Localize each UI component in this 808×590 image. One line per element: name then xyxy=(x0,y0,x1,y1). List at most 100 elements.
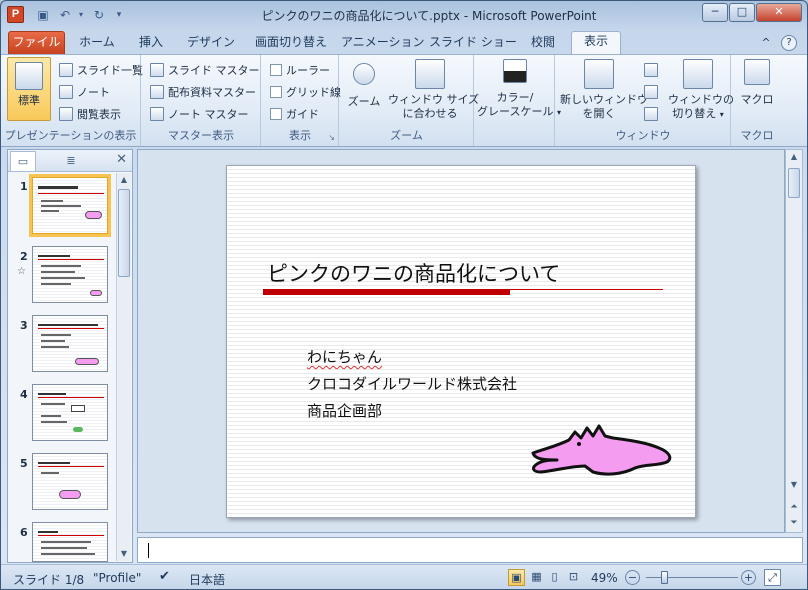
gridlines-checkbox-box[interactable] xyxy=(270,86,282,98)
normal-view-status-icon[interactable]: ▣ xyxy=(508,569,525,586)
pink-crocodile-image[interactable] xyxy=(527,418,679,480)
redo-icon[interactable]: ↻ xyxy=(91,7,107,23)
arrange-all-icon[interactable] xyxy=(644,63,658,77)
save-icon[interactable]: ▣ xyxy=(35,7,51,23)
maximize-button[interactable]: □ xyxy=(729,3,755,22)
group-label-presentation-views: プレゼンテーションの表示 xyxy=(4,129,137,142)
close-button[interactable]: ✕ xyxy=(756,3,802,22)
tab-home[interactable]: ホーム xyxy=(73,33,121,54)
slide-sorter-button[interactable]: スライド一覧 xyxy=(59,62,143,78)
switch-windows-button[interactable]: ウィンドウの 切り替え ▾ xyxy=(668,59,734,122)
scroll-down-icon[interactable]: ▼ xyxy=(787,478,801,492)
group-macros: マクロ マクロ xyxy=(732,55,782,146)
zoom-in-icon[interactable]: + xyxy=(741,570,756,585)
powerpoint-app-icon[interactable]: P xyxy=(7,6,24,23)
normal-view-button[interactable]: 標準 xyxy=(7,57,51,121)
tab-file[interactable]: ファイル xyxy=(8,31,65,54)
slide-scrollbar[interactable]: ▲ ▼ ⏶ ⏷ xyxy=(785,149,803,533)
reading-view-button[interactable]: 閲覧表示 xyxy=(59,106,121,122)
gridlines-checkbox[interactable]: グリッド線 xyxy=(270,84,341,100)
thumbnail-number: 5 xyxy=(20,457,28,470)
scroll-down-icon[interactable]: ▼ xyxy=(117,547,131,561)
zoom-slider-track[interactable] xyxy=(646,577,738,578)
slide-thumbnail-2[interactable] xyxy=(32,246,108,303)
subtitle-line-3[interactable]: 商品企画部 xyxy=(307,400,382,421)
group-show: ルーラー グリッド線 ガイド 表示 ↘ xyxy=(262,55,341,146)
subtitle-line-2[interactable]: クロコダイルワールド株式会社 xyxy=(307,373,517,394)
scroll-up-icon[interactable]: ▲ xyxy=(787,150,801,164)
move-split-icon[interactable] xyxy=(644,107,658,121)
subtitle-line-1[interactable]: わにちゃん xyxy=(307,346,382,367)
scrollbar-thumb[interactable] xyxy=(118,189,130,277)
dialog-launcher-icon[interactable]: ↘ xyxy=(328,133,335,142)
customize-qat-icon[interactable]: ▾ xyxy=(111,7,127,23)
tab-design[interactable]: デザイン xyxy=(181,33,241,54)
thumb-title xyxy=(38,531,58,533)
tab-animations[interactable]: アニメーション xyxy=(341,33,425,54)
thumb-text xyxy=(41,200,63,202)
slide-master-button[interactable]: スライド マスター xyxy=(150,62,260,78)
notes-pane[interactable] xyxy=(137,537,803,563)
slide-thumbnail-1[interactable] xyxy=(29,174,111,237)
cascade-icon[interactable] xyxy=(644,85,658,99)
zoom-slider-knob[interactable] xyxy=(661,571,668,584)
slide-thumbnail-4[interactable] xyxy=(32,384,108,441)
fit-to-window-button[interactable]: ウィンドウ サイズ に合わせる xyxy=(388,59,479,121)
tab-outline-icon[interactable]: ≣ xyxy=(58,151,84,171)
new-window-button[interactable]: 新しいウィンドウ を開く xyxy=(560,59,648,121)
tab-view[interactable]: 表示 xyxy=(571,31,621,55)
zoom-level[interactable]: 49% xyxy=(591,571,618,585)
group-window: 新しいウィンドウ を開く ウィンドウの 切り替え ▾ ウィンドウ xyxy=(556,55,734,146)
ruler-checkbox[interactable]: ルーラー xyxy=(270,62,330,78)
ribbon-view: 標準 スライド一覧 ノート 閲覧表示 プレゼンテーションの表示 スライド マスタ… xyxy=(1,54,807,147)
tab-insert[interactable]: 挿入 xyxy=(129,33,173,54)
language-indicator[interactable]: 日本語 xyxy=(189,571,225,588)
slide-thumbnail-3[interactable] xyxy=(32,315,108,372)
window-title: ピンクのワニの商品化について.pptx - Microsoft PowerPoi… xyxy=(261,9,597,23)
close-pane-icon[interactable]: ✕ xyxy=(116,152,127,167)
handout-master-icon xyxy=(150,85,164,99)
slide-sorter-status-icon[interactable]: ▦ xyxy=(528,569,545,586)
next-slide-icon[interactable]: ⏷ xyxy=(787,516,801,530)
slide-title[interactable]: ピンクのワニの商品化について xyxy=(267,258,560,288)
zoom-out-icon[interactable]: − xyxy=(625,570,640,585)
slides-pane-scrollbar[interactable]: ▲ ▼ xyxy=(116,173,131,561)
notes-page-button[interactable]: ノート xyxy=(59,84,110,100)
theme-name[interactable]: "Profile" xyxy=(93,571,141,585)
previous-slide-icon[interactable]: ⏶ xyxy=(787,500,801,514)
minimize-ribbon-icon[interactable]: ^ xyxy=(759,33,773,54)
help-icon[interactable]: ? xyxy=(781,35,797,51)
fit-to-window-icon xyxy=(415,59,445,89)
notes-master-button[interactable]: ノート マスター xyxy=(150,106,249,122)
handout-master-button[interactable]: 配布資料マスター xyxy=(150,84,256,100)
thumb-crocodile xyxy=(75,358,99,365)
zoom-button[interactable]: ズーム xyxy=(346,59,382,109)
slide-thumbnail-5[interactable] xyxy=(32,453,108,510)
scroll-up-icon[interactable]: ▲ xyxy=(117,173,131,187)
tab-slides-icon[interactable]: ▭ xyxy=(10,151,36,171)
slide-canvas[interactable]: ピンクのワニの商品化について わにちゃん クロコダイルワールド株式会社 商品企画… xyxy=(226,165,696,518)
undo-icon[interactable]: ↶ xyxy=(57,7,73,23)
slide-thumbnail-6[interactable] xyxy=(32,522,108,562)
thumb-rule xyxy=(38,193,104,194)
fit-slide-icon[interactable]: ⤢ xyxy=(764,569,781,586)
ruler-label: ルーラー xyxy=(286,64,330,77)
macros-button[interactable]: マクロ xyxy=(736,59,778,107)
undo-dropdown-icon[interactable]: ▾ xyxy=(73,7,89,23)
guides-checkbox[interactable]: ガイド xyxy=(270,106,319,122)
thumb-rule xyxy=(38,397,104,398)
slide-indicator[interactable]: スライド 1/8 xyxy=(13,571,84,588)
slideshow-status-icon[interactable]: ⊡ xyxy=(565,569,582,586)
color-grayscale-button[interactable]: カラー/ グレースケール ▾ xyxy=(477,59,561,120)
minimize-button[interactable]: ─ xyxy=(702,3,728,22)
group-label-zoom: ズーム xyxy=(390,129,423,142)
tab-transitions[interactable]: 画面切り替え xyxy=(249,33,333,54)
reading-view-status-icon[interactable]: ▯ xyxy=(546,569,563,586)
tab-slideshow[interactable]: スライド ショー xyxy=(429,33,517,54)
ruler-checkbox-box[interactable] xyxy=(270,64,282,76)
scrollbar-thumb[interactable] xyxy=(788,168,800,198)
group-color-grayscale: カラー/ グレースケール ▾ xyxy=(475,55,561,146)
tab-review[interactable]: 校閲 xyxy=(521,33,565,54)
spell-check-icon[interactable]: ✔ xyxy=(159,569,170,584)
guides-checkbox-box[interactable] xyxy=(270,108,282,120)
